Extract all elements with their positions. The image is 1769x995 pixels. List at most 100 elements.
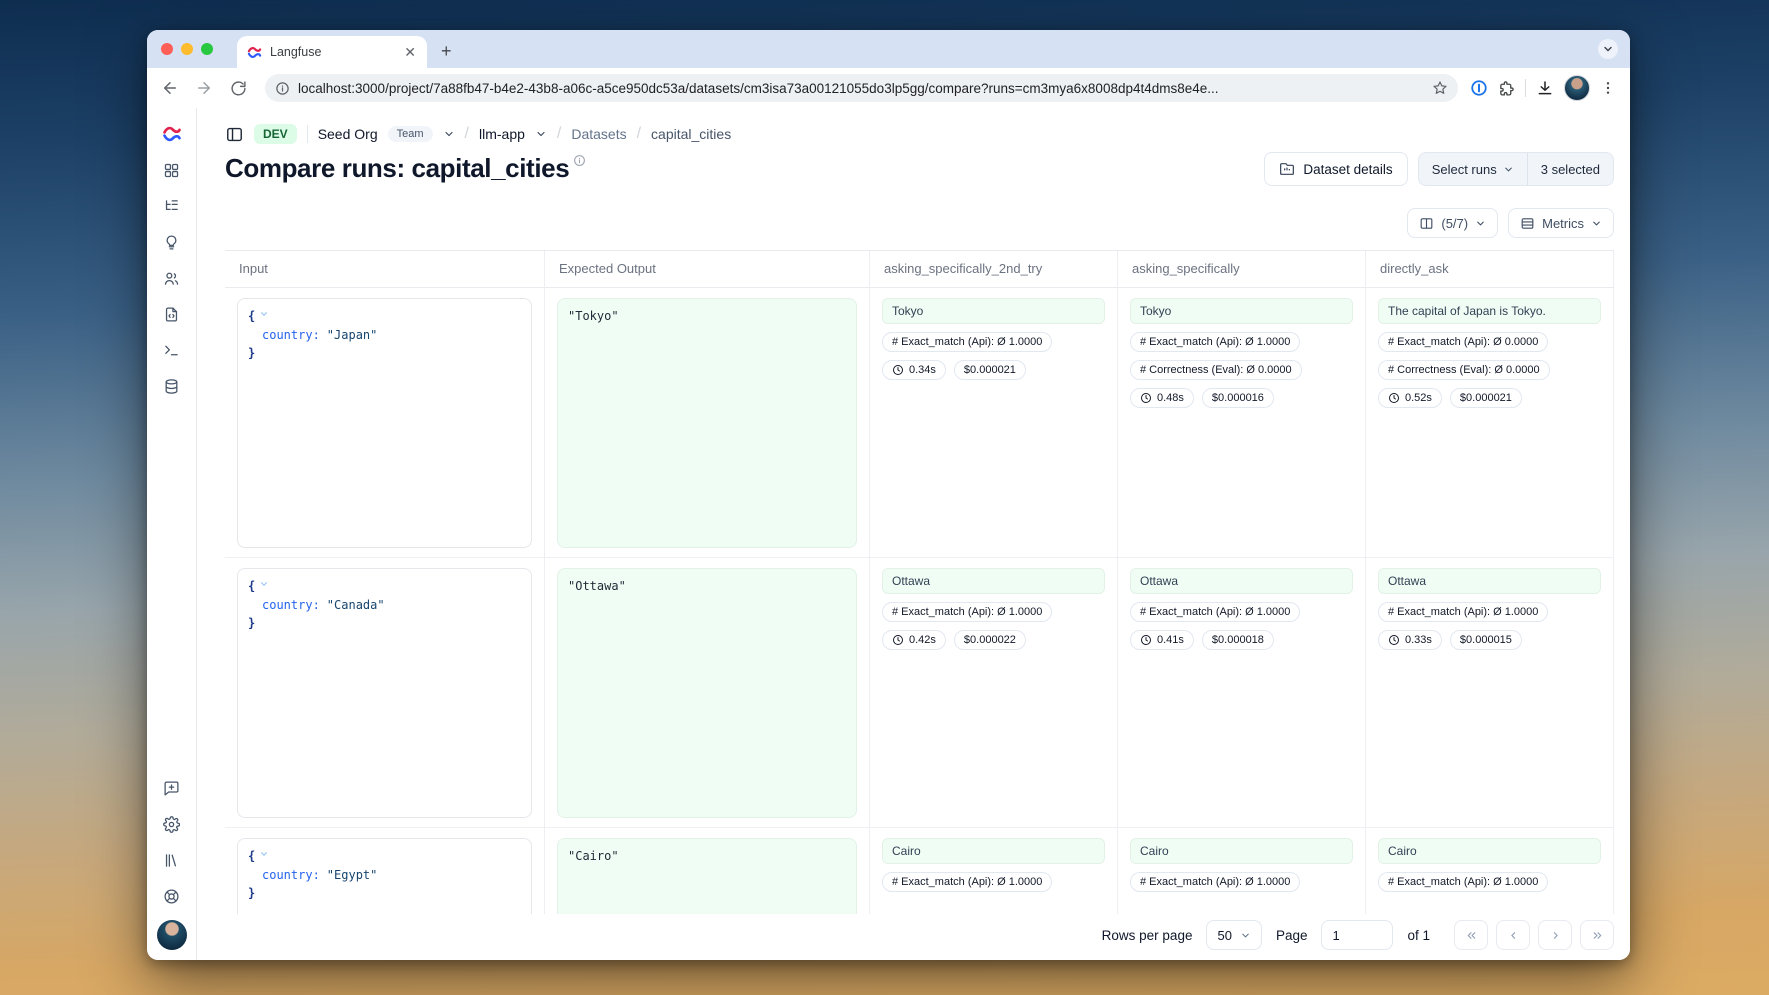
breadcrumb-current-page[interactable]: capital_cities (651, 126, 731, 142)
cost-badge[interactable]: $0.000021 (1450, 388, 1522, 408)
score-badge[interactable]: # Exact_match (Api): Ø 1.0000 (1130, 872, 1300, 892)
score-badge[interactable]: # Exact_match (Api): Ø 0.0000 (1378, 332, 1548, 352)
back-icon[interactable] (155, 73, 185, 103)
sidebar-playground-icon[interactable] (155, 333, 189, 367)
extensions-icon[interactable] (1498, 80, 1515, 97)
org-chevron-down-icon[interactable] (443, 128, 455, 140)
expected-output-cell: "Ottawa" (545, 558, 870, 828)
langfuse-logo-icon[interactable] (155, 117, 189, 151)
forward-icon[interactable] (189, 73, 219, 103)
run-output[interactable]: Tokyo (882, 298, 1105, 324)
sidebar-dashboard-icon[interactable] (155, 153, 189, 187)
sidebar-settings-icon[interactable] (155, 807, 189, 841)
score-badge[interactable]: # Exact_match (Api): Ø 1.0000 (1378, 872, 1548, 892)
collapse-chevron-icon[interactable] (259, 309, 269, 319)
project-chevron-down-icon[interactable] (535, 128, 547, 140)
main-content: DEV Seed Org Team / llm-app / Datasets /… (197, 108, 1630, 960)
run-output[interactable]: Cairo (882, 838, 1105, 864)
score-badge[interactable]: # Exact_match (Api): Ø 1.0000 (882, 872, 1052, 892)
browser-menu-icon[interactable] (1600, 80, 1616, 96)
cost-badge[interactable]: $0.000015 (1450, 630, 1522, 650)
latency-badge[interactable]: 0.52s (1378, 388, 1442, 408)
latency-badge[interactable]: 0.33s (1378, 630, 1442, 650)
tab-search-button[interactable] (1598, 39, 1618, 59)
rows-icon (1520, 216, 1535, 231)
score-badge[interactable]: # Exact_match (Api): Ø 1.0000 (1378, 602, 1548, 622)
new-tab-button[interactable]: + (427, 41, 466, 68)
latency-badge[interactable]: 0.42s (882, 630, 946, 650)
site-info-icon[interactable] (275, 81, 290, 96)
first-page-button[interactable] (1454, 920, 1488, 950)
browser-tab[interactable]: Langfuse ✕ (237, 36, 427, 68)
sidebar-support-icon[interactable] (155, 879, 189, 913)
expected-output-box[interactable]: "Tokyo" (557, 298, 857, 548)
last-page-button[interactable] (1580, 920, 1614, 950)
browser-profile-avatar[interactable] (1564, 75, 1590, 101)
breadcrumb-project[interactable]: llm-app (479, 126, 525, 142)
run-output[interactable]: Ottawa (882, 568, 1105, 594)
dataset-details-button[interactable]: Dataset details (1264, 152, 1407, 186)
run-output[interactable]: Cairo (1130, 838, 1353, 864)
latency-badge[interactable]: 0.34s (882, 360, 946, 380)
next-page-button[interactable] (1538, 920, 1572, 950)
page-number-input[interactable] (1321, 920, 1393, 950)
cost-badge[interactable]: $0.000016 (1202, 388, 1274, 408)
reload-icon[interactable] (223, 73, 253, 103)
sidebar-tracing-icon[interactable] (155, 189, 189, 223)
rows-per-page-select[interactable]: 50 (1206, 920, 1261, 950)
title-info-icon[interactable] (573, 154, 586, 167)
tab-close-icon[interactable]: ✕ (401, 44, 419, 61)
run-output[interactable]: Ottawa (1130, 568, 1353, 594)
expected-output-box[interactable]: "Ottawa" (557, 568, 857, 818)
browser-window: Langfuse ✕ + localhost:3000/project/7a88… (147, 30, 1630, 960)
latency-badge[interactable]: 0.41s (1130, 630, 1194, 650)
sidebar-toggle-icon[interactable] (225, 125, 244, 144)
pagination (1454, 920, 1614, 950)
score-badge[interactable]: # Exact_match (Api): Ø 1.0000 (882, 332, 1052, 352)
run-output[interactable]: Cairo (1378, 838, 1601, 864)
run-output[interactable]: Ottawa (1378, 568, 1601, 594)
user-avatar[interactable] (157, 920, 187, 950)
traffic-lights (147, 30, 225, 68)
column-header-run-1: asking_specifically_2nd_try (870, 251, 1118, 288)
cost-badge[interactable]: $0.000021 (954, 360, 1026, 380)
chevron-down-icon (1475, 218, 1486, 229)
downloads-icon[interactable] (1536, 79, 1554, 97)
cost-badge[interactable]: $0.000018 (1202, 630, 1274, 650)
collapse-chevron-icon[interactable] (259, 849, 269, 859)
bookmark-star-icon[interactable] (1432, 80, 1448, 96)
breadcrumb-org[interactable]: Seed Org (318, 126, 378, 142)
input-json[interactable]: { country:"Egypt" } (237, 838, 532, 914)
previous-page-button[interactable] (1496, 920, 1530, 950)
select-runs-button[interactable]: Select runs (1419, 153, 1527, 185)
collapse-chevron-icon[interactable] (259, 579, 269, 589)
sidebar-evaluation-icon[interactable] (155, 297, 189, 331)
score-badge[interactable]: # Exact_match (Api): Ø 1.0000 (1130, 332, 1300, 352)
input-json[interactable]: { country:"Canada" } (237, 568, 532, 818)
score-badge[interactable]: # Correctness (Eval): Ø 0.0000 (1130, 360, 1302, 380)
latency-badge[interactable]: 0.48s (1130, 388, 1194, 408)
score-badge[interactable]: # Exact_match (Api): Ø 1.0000 (882, 602, 1052, 622)
sidebar-datasets-icon[interactable] (155, 369, 189, 403)
sidebar-users-icon[interactable] (155, 261, 189, 295)
run-output[interactable]: The capital of Japan is Tokyo. (1378, 298, 1601, 324)
url-bar[interactable]: localhost:3000/project/7a88fb47-b4e2-43b… (265, 74, 1458, 102)
minimize-window-button[interactable] (181, 43, 193, 55)
close-window-button[interactable] (161, 43, 173, 55)
sidebar-feedback-icon[interactable] (155, 771, 189, 805)
score-badge[interactable]: # Correctness (Eval): Ø 0.0000 (1378, 360, 1550, 380)
cost-badge[interactable]: $0.000022 (954, 630, 1026, 650)
zoom-window-button[interactable] (201, 43, 213, 55)
table-row: { country:"Canada" } "Ottawa" Ottawa # E… (225, 558, 1614, 828)
expected-output-box[interactable]: "Cairo" (557, 838, 857, 914)
columns-visibility-button[interactable]: (5/7) (1407, 208, 1498, 238)
score-badge[interactable]: # Exact_match (Api): Ø 1.0000 (1130, 602, 1300, 622)
input-json[interactable]: { country:"Japan" } (237, 298, 532, 548)
run-output[interactable]: Tokyo (1130, 298, 1353, 324)
breadcrumb-slash: / (465, 125, 469, 143)
breadcrumb-datasets-link[interactable]: Datasets (571, 126, 626, 142)
metrics-button[interactable]: Metrics (1508, 208, 1614, 238)
sidebar-docs-icon[interactable] (155, 843, 189, 877)
password-manager-icon[interactable] (1470, 79, 1488, 97)
sidebar-sessions-icon[interactable] (155, 225, 189, 259)
